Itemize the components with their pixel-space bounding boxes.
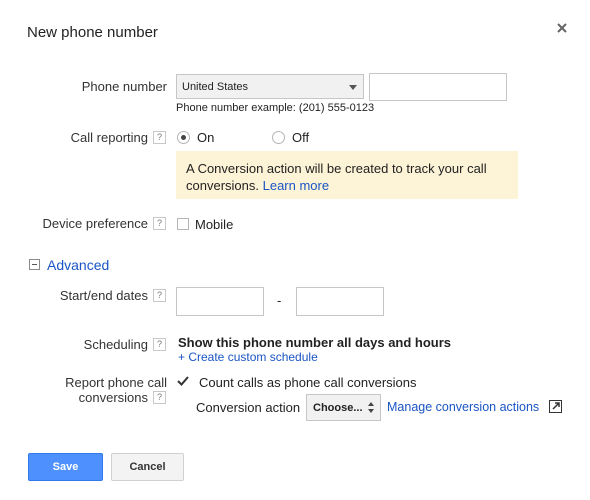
start-date-input[interactable] (176, 287, 264, 316)
help-icon[interactable]: ? (153, 289, 166, 302)
date-separator: - (277, 293, 282, 308)
save-button[interactable]: Save (28, 453, 103, 481)
create-custom-schedule-link[interactable]: + Create custom schedule (178, 350, 318, 364)
conversion-action-select[interactable]: Choose... (306, 394, 381, 421)
report-conversions-label-line2: conversions (78, 390, 148, 405)
call-reporting-off-label[interactable]: Off (292, 130, 309, 145)
call-reporting-off-radio[interactable] (272, 131, 285, 144)
country-select-value: United States (182, 81, 249, 93)
close-icon[interactable] (553, 19, 571, 37)
conversion-action-label: Conversion action (196, 400, 301, 415)
phone-number-label: Phone number (81, 79, 167, 94)
phone-number-input[interactable] (369, 73, 507, 101)
learn-more-link[interactable]: Learn more (263, 178, 329, 193)
manage-conversion-actions-link[interactable]: Manage conversion actions (387, 400, 539, 414)
help-icon[interactable]: ? (153, 391, 166, 404)
external-link-icon[interactable] (549, 400, 562, 413)
conversion-action-select-value: Choose... (313, 402, 363, 414)
country-select[interactable]: United States (176, 74, 364, 99)
phone-example-text: Phone number example: (201) 555-0123 (176, 102, 375, 114)
dropdown-arrow-icon (349, 85, 357, 90)
help-icon[interactable]: ? (153, 217, 166, 230)
conversion-info-box: A Conversion action will be created to t… (176, 151, 518, 199)
report-conversions-label-line1: Report phone call (65, 375, 167, 390)
select-up-arrow-icon (368, 402, 374, 406)
schedule-summary: Show this phone number all days and hour… (178, 335, 452, 350)
count-calls-checkbox[interactable] (176, 374, 190, 388)
start-end-dates-label: Start/end dates (59, 288, 148, 303)
checkmark-icon (177, 376, 189, 386)
end-date-input[interactable] (296, 287, 384, 316)
device-preference-label: Device preference (42, 216, 149, 231)
collapse-icon[interactable] (29, 259, 40, 270)
help-icon[interactable]: ? (153, 338, 166, 351)
count-calls-label[interactable]: Count calls as phone call conversions (199, 375, 417, 390)
cancel-button[interactable]: Cancel (111, 453, 184, 481)
mobile-label[interactable]: Mobile (195, 217, 233, 232)
select-down-arrow-icon (368, 409, 374, 413)
call-reporting-label: Call reporting (70, 130, 148, 145)
dialog-title: New phone number (27, 24, 158, 41)
help-icon[interactable]: ? (153, 131, 166, 144)
call-reporting-on-label[interactable]: On (197, 130, 214, 145)
mobile-checkbox[interactable] (177, 218, 189, 230)
call-reporting-on-radio[interactable] (177, 131, 190, 144)
advanced-toggle[interactable]: Advanced (47, 257, 109, 273)
conversion-info-text: A Conversion action will be created to t… (186, 161, 487, 193)
scheduling-label: Scheduling (83, 337, 148, 352)
